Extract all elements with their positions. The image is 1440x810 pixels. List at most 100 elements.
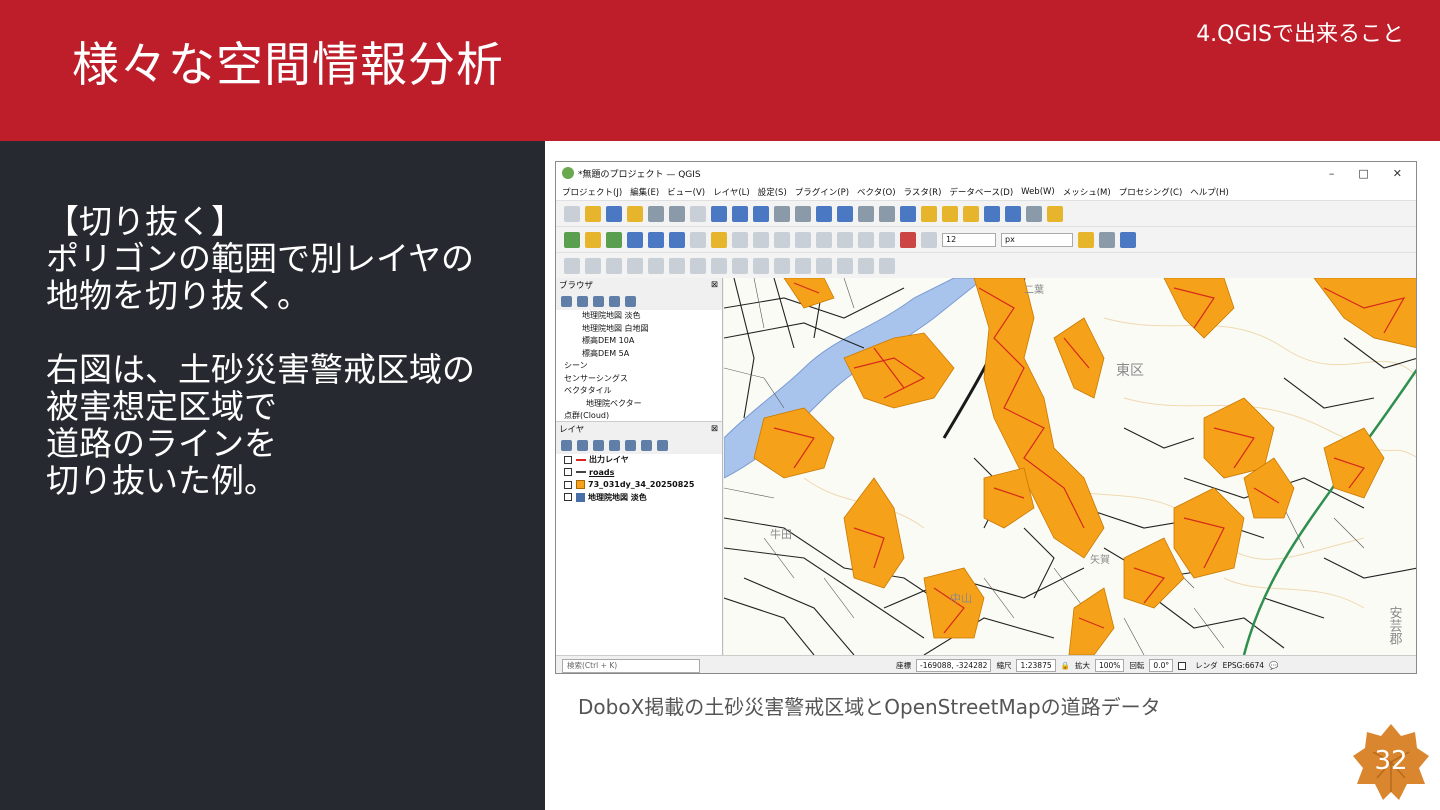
menu-help[interactable]: ヘルプ(H): [1190, 186, 1229, 198]
topology-icon[interactable]: [921, 231, 937, 248]
edit-icon[interactable]: [690, 231, 706, 248]
browser-item[interactable]: シーン: [560, 360, 722, 373]
browser-item[interactable]: 地理院ベクター: [560, 398, 722, 411]
menu-mesh[interactable]: メッシュ(M): [1063, 186, 1111, 198]
add-raster-icon[interactable]: [606, 231, 622, 248]
undo-icon[interactable]: [879, 231, 895, 248]
offset-icon[interactable]: [774, 257, 790, 274]
refresh-icon[interactable]: [900, 205, 916, 222]
menu-view[interactable]: ビュー(V): [667, 186, 705, 198]
menu-processing[interactable]: プロセシング(C): [1119, 186, 1183, 198]
refresh-icon[interactable]: [577, 295, 588, 307]
maximize-button[interactable]: □: [1358, 167, 1368, 180]
lock-icon[interactable]: 🔒: [1061, 661, 1070, 670]
reshape-icon[interactable]: [753, 257, 769, 274]
coord-field[interactable]: -169088, -324282: [916, 659, 992, 672]
paste-icon[interactable]: [858, 231, 874, 248]
locator-search-input[interactable]: 検索(Ctrl + K): [562, 658, 700, 673]
delete-icon[interactable]: [795, 231, 811, 248]
help-icon[interactable]: [1120, 231, 1136, 248]
delete-part-icon[interactable]: [732, 257, 748, 274]
add-wms-icon[interactable]: [669, 231, 685, 248]
filter-icon[interactable]: [609, 439, 620, 451]
menu-web[interactable]: Web(W): [1021, 187, 1055, 197]
menu-plugins[interactable]: プラグイン(P): [795, 186, 849, 198]
layer-item[interactable]: 地理院地図 淡色: [564, 492, 722, 505]
layer-item[interactable]: 73_031dy_34_20250825: [564, 479, 722, 492]
save-project-icon[interactable]: [606, 205, 622, 222]
pencil-icon[interactable]: [711, 231, 727, 248]
python-icon[interactable]: [1047, 205, 1063, 222]
zoom-out-icon[interactable]: [732, 205, 748, 222]
browser-item[interactable]: 地理院地図 白地図: [560, 323, 722, 336]
info-icon[interactable]: [625, 295, 636, 307]
minimize-button[interactable]: –: [1329, 167, 1335, 180]
collapse-icon[interactable]: [641, 439, 652, 451]
layer-item[interactable]: 出力レイヤ: [564, 454, 722, 467]
new-project-icon[interactable]: [564, 205, 580, 222]
merge-attr-icon[interactable]: [837, 257, 853, 274]
plugin-icon[interactable]: [1099, 231, 1115, 248]
add-db-icon[interactable]: [648, 231, 664, 248]
rotate-feature-icon[interactable]: [606, 257, 622, 274]
deselect-icon[interactable]: [963, 205, 979, 222]
label-icon[interactable]: [1078, 231, 1094, 248]
split-icon[interactable]: [795, 257, 811, 274]
map-canvas[interactable]: 東区 安芸郡 中山 牛田 二葉 矢賀: [724, 278, 1416, 655]
zoom-full-icon[interactable]: [753, 205, 769, 222]
cloud-icon[interactable]: [1005, 205, 1021, 222]
collapse-icon[interactable]: [609, 295, 620, 307]
panel-close-icon[interactable]: ⊠: [711, 424, 718, 434]
gps-icon[interactable]: [1026, 205, 1042, 222]
panel-close-icon[interactable]: ⊠: [711, 280, 718, 290]
layer-item[interactable]: roads: [564, 467, 722, 480]
merge-icon[interactable]: [816, 257, 832, 274]
delete-ring-icon[interactable]: [711, 257, 727, 274]
select-icon[interactable]: [921, 205, 937, 222]
add-group-icon[interactable]: [577, 439, 588, 451]
browser-item[interactable]: 地理院地図 淡色: [560, 310, 722, 323]
browser-item[interactable]: 標高DEM 10A: [560, 335, 722, 348]
zoom-in-icon[interactable]: [711, 205, 727, 222]
snapping-icon[interactable]: [900, 231, 916, 248]
expand-icon[interactable]: [625, 439, 636, 451]
messages-icon[interactable]: 💬: [1269, 661, 1278, 670]
menu-edit[interactable]: 編集(E): [630, 186, 659, 198]
adv-digitize-icon[interactable]: [564, 257, 580, 274]
add-vector-icon[interactable]: [585, 231, 601, 248]
style-icon[interactable]: [669, 205, 685, 222]
browser-item[interactable]: ベクタタイル: [560, 385, 722, 398]
fill-ring-icon[interactable]: [690, 257, 706, 274]
close-button[interactable]: ✕: [1393, 167, 1402, 180]
simplify-icon[interactable]: [627, 257, 643, 274]
browser-item[interactable]: センサーシングス: [560, 373, 722, 386]
render-checkbox[interactable]: [1178, 661, 1187, 670]
remove-layer-icon[interactable]: [657, 439, 668, 451]
menu-vector[interactable]: ベクタ(O): [857, 186, 895, 198]
checkbox[interactable]: [564, 493, 572, 501]
menu-settings[interactable]: 設定(S): [758, 186, 787, 198]
add-ring-icon[interactable]: [648, 257, 664, 274]
style-icon[interactable]: [561, 439, 572, 451]
browser-item[interactable]: 点群(Cloud): [560, 410, 722, 423]
add-delimited-icon[interactable]: [627, 231, 643, 248]
time-icon[interactable]: [879, 205, 895, 222]
zoom-layer-icon[interactable]: [774, 205, 790, 222]
vertex-icon[interactable]: [774, 231, 790, 248]
digitize-icon[interactable]: [753, 231, 769, 248]
pan-icon[interactable]: [690, 205, 706, 222]
rotate-point-icon[interactable]: [858, 257, 874, 274]
print-icon[interactable]: [648, 205, 664, 222]
zoom-selection-icon[interactable]: [795, 205, 811, 222]
menu-database[interactable]: データベース(D): [949, 186, 1013, 198]
zoom-last-icon[interactable]: [816, 205, 832, 222]
filter-icon[interactable]: [593, 295, 604, 307]
open-project-icon[interactable]: [585, 205, 601, 222]
visibility-icon[interactable]: [593, 439, 604, 451]
bookmark-icon[interactable]: [858, 205, 874, 222]
crs-button[interactable]: EPSG:6674: [1223, 661, 1264, 670]
checkbox[interactable]: [564, 468, 572, 476]
add-selected-icon[interactable]: [561, 295, 572, 307]
cut-icon[interactable]: [816, 231, 832, 248]
symbol-unit-select[interactable]: px: [1001, 232, 1073, 247]
